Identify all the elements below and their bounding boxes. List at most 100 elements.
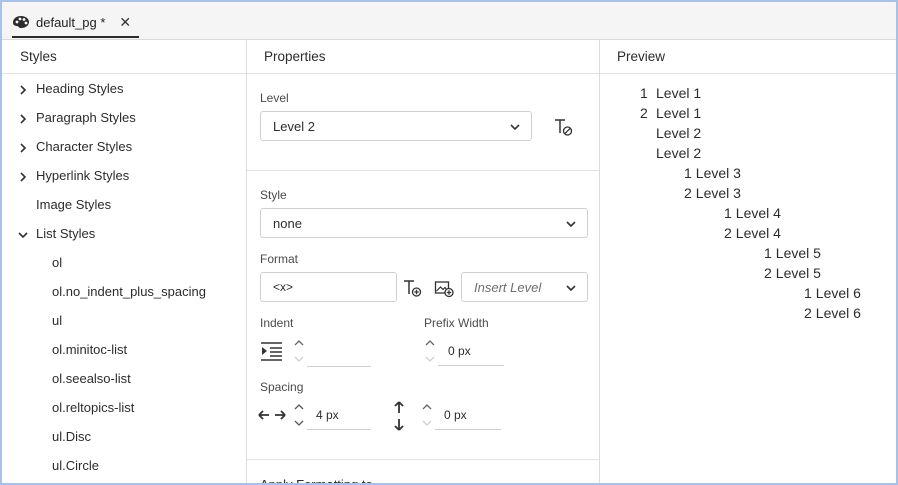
insert-level-placeholder: Insert Level	[474, 279, 542, 295]
preview-line-text: Level 2	[656, 125, 702, 141]
tree-item[interactable]: Image Styles	[14, 190, 111, 219]
style-label: Style	[260, 188, 287, 202]
chevron-right-icon[interactable]	[14, 132, 32, 161]
tree-item-label: ul	[52, 313, 63, 328]
palette-icon	[13, 16, 29, 29]
level-label: Level	[260, 91, 289, 105]
stepper-chevrons	[294, 340, 304, 362]
indent-stepper[interactable]	[291, 336, 307, 366]
insert-text-icon[interactable]	[401, 277, 423, 299]
format-input-value: <x>	[273, 280, 294, 294]
insert-text-glyph	[404, 280, 422, 297]
tab-default-pg[interactable]: default_pg * ✕	[12, 8, 140, 38]
preview-panel: Preview 1 Level 1 2 Level 1 Level 2 Level 21L…	[600, 40, 896, 483]
preview-line: 2 Level 1	[640, 105, 701, 121]
style-dropdown-value: none	[273, 215, 302, 231]
chevron-right-icon[interactable]	[14, 103, 32, 132]
tree-item-label: ol.reltopics-list	[52, 400, 135, 415]
horizontal-spacing-icon	[257, 404, 287, 426]
prefix-width-input[interactable]: 0 px	[438, 336, 504, 366]
tree-item[interactable]: ul	[52, 306, 62, 335]
tree-item[interactable]: ol.reltopics-list	[52, 393, 134, 422]
preview-line: 2 Level 4	[724, 225, 781, 241]
chevron-right-icon[interactable]	[14, 74, 32, 103]
preview-panel-title: Preview	[600, 40, 896, 74]
horizontal-spacing-stepper[interactable]	[291, 400, 307, 430]
preview-line: 1 Level 6	[804, 285, 861, 301]
tree-item[interactable]: ol.no_indent_plus_spacing	[52, 277, 206, 306]
indent-input[interactable]	[307, 336, 371, 367]
tree-item[interactable]: ol.minitoc-list	[52, 335, 127, 364]
tree-item-label: ol.minitoc-list	[52, 342, 128, 357]
preview-line-text: Level 5	[775, 265, 821, 281]
clear-format-icon[interactable]	[552, 116, 574, 138]
tab-bar: default_pg * ✕	[2, 2, 896, 40]
chevron-right-icon[interactable]	[14, 161, 32, 190]
vertical-spacing-input[interactable]: 0 px	[435, 400, 501, 430]
tree-item[interactable]: ul.Circle	[52, 451, 99, 480]
format-label: Format	[260, 252, 299, 266]
tree-item[interactable]: ol	[52, 248, 62, 277]
tree-item[interactable]: Paragraph Styles	[14, 103, 136, 132]
vertical-spacing-icon	[389, 401, 409, 431]
preview-line-number: 1	[684, 165, 692, 181]
level-dropdown[interactable]: Level 2	[260, 111, 532, 141]
preview-line-text: Level 4	[735, 205, 781, 221]
preview-line-text: Level 1	[656, 85, 702, 101]
section-divider	[247, 459, 599, 460]
clear-format-glyph	[555, 119, 573, 136]
preview-line-number: 1	[764, 245, 772, 261]
horizontal-spacing-input[interactable]: 4 px	[307, 400, 371, 430]
properties-panel: Properties Level Level 2 Style none Form…	[247, 40, 600, 483]
tree-item-label: Paragraph Styles	[36, 110, 136, 125]
prefix-width-label: Prefix Width	[424, 316, 489, 330]
tree-item[interactable]: Heading Styles	[14, 74, 123, 103]
tree-item-label: Image Styles	[36, 197, 112, 212]
tree-item[interactable]: Character Styles	[14, 132, 132, 161]
preview-line: 1 Level 4	[724, 205, 781, 221]
stepper-chevrons	[422, 404, 432, 426]
tree-item-label: ul.Circle	[52, 458, 99, 473]
preview-line-text: Level 6	[815, 305, 861, 321]
close-icon[interactable]: ✕	[119, 14, 131, 31]
preview-line-number: 2	[764, 265, 772, 281]
tree-item-label: Heading Styles	[36, 81, 124, 96]
preview-line-text: Level 3	[695, 165, 741, 181]
preview-line: Level 2	[656, 145, 701, 161]
indent-glyph	[261, 342, 282, 361]
preview-line-number: 1	[640, 85, 648, 101]
style-dropdown[interactable]: none	[260, 208, 588, 238]
properties-panel-title: Properties	[247, 40, 599, 74]
tree-item[interactable]: ol.seealso-list	[52, 364, 131, 393]
preview-line: 2 Level 5	[764, 265, 821, 281]
preview-line-text: Level 5	[775, 245, 821, 261]
tab-title: default_pg *	[36, 14, 106, 30]
tree-item-label: ol	[52, 255, 63, 270]
apply-formatting-label: Apply Formatting to	[260, 477, 373, 485]
preview-line: 1 Level 1	[640, 85, 701, 101]
tree-item[interactable]: ul.Disc	[52, 422, 91, 451]
vertical-spacing-glyph	[394, 401, 404, 431]
preview-line: 1 Level 3	[684, 165, 741, 181]
preview-line-number: 2	[684, 185, 692, 201]
section-divider	[247, 170, 599, 171]
insert-image-icon[interactable]	[433, 277, 455, 299]
indent-icon	[259, 340, 285, 362]
insert-image-glyph	[434, 281, 454, 298]
chevron-down-icon[interactable]	[14, 219, 32, 248]
chevron-down-icon	[566, 285, 576, 292]
preview-line: 1 Level 5	[764, 245, 821, 261]
preview-line-number: 2	[724, 225, 732, 241]
vertical-spacing-stepper[interactable]	[419, 400, 435, 430]
tree-item-label: ol.seealso-list	[52, 371, 131, 386]
preview-line-text: Level 1	[656, 105, 702, 121]
preview-line-text: Level 3	[695, 185, 741, 201]
format-input[interactable]: <x>	[260, 272, 397, 302]
insert-level-dropdown[interactable]: Insert Level	[461, 272, 588, 302]
preview-line: 2 Level 3	[684, 185, 741, 201]
prefix-width-stepper[interactable]	[422, 336, 438, 366]
tree-item-label: ul.Disc	[52, 429, 92, 444]
preview-line: Level 2	[656, 125, 701, 141]
tree-item[interactable]: List Styles	[14, 219, 95, 248]
tree-item[interactable]: Hyperlink Styles	[14, 161, 129, 190]
